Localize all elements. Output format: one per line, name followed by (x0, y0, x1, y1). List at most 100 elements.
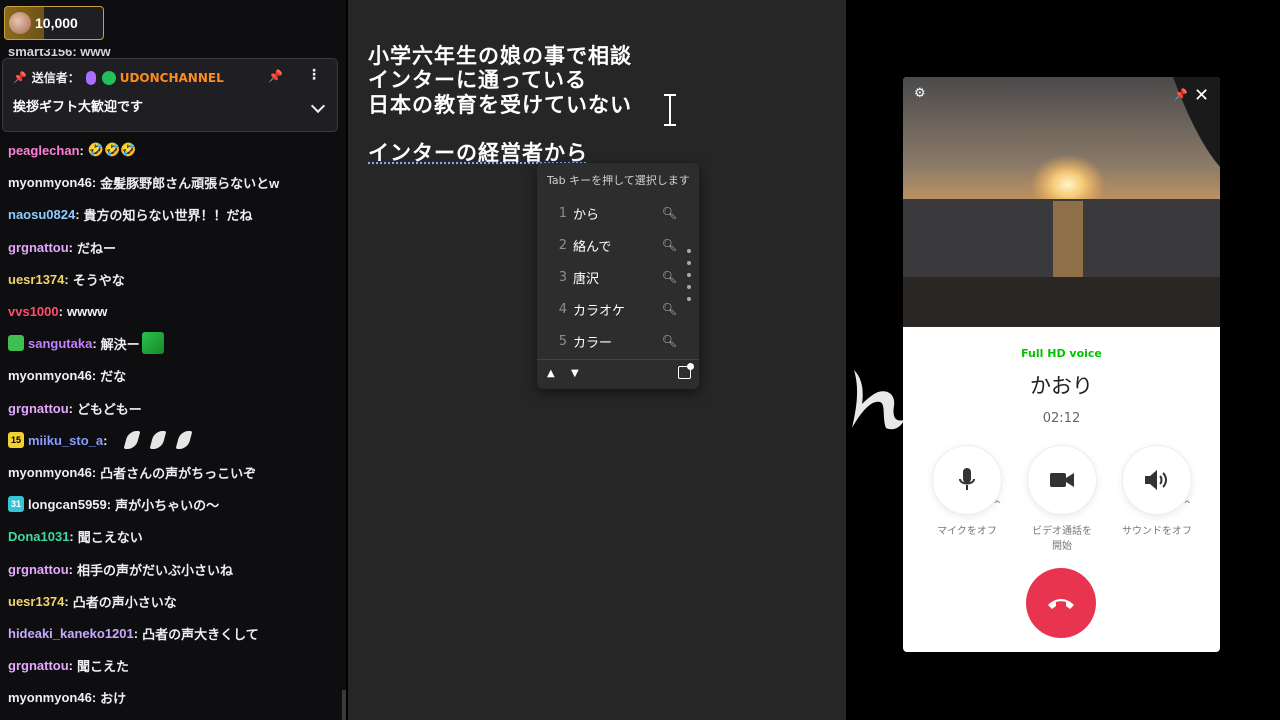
channel-points[interactable]: 10,000 (4, 6, 104, 40)
chat-separator: : (91, 367, 97, 383)
gear-icon[interactable]: ⚙ (914, 86, 926, 101)
close-icon[interactable]: ✕ (1194, 85, 1209, 106)
voice-call-window: ⚙ 📌 ✕ Full HD voice かおり 02:12 ^ マイクをオフ ビ… (903, 77, 1220, 652)
chat-message: grgnattou: どもどもー (8, 397, 142, 419)
chat-username[interactable]: grgnattou (8, 562, 69, 577)
chat-message: myonmyon46: だな (8, 364, 126, 386)
unpin-icon[interactable]: 📌 (268, 69, 283, 83)
chat-text: 凸者の声小さいな (72, 594, 177, 610)
decorative-swash (852, 370, 904, 430)
call-timer: 02:12 (1042, 411, 1081, 426)
chat-username[interactable]: uesr1374 (8, 594, 64, 609)
chat-username[interactable]: grgnattou (8, 401, 69, 416)
candidate-number: 4 (558, 301, 567, 317)
pinned-header: 📌 送信者： UDONCHANNEL (13, 69, 224, 86)
chat-message: peaglechan: 🤣🤣🤣 (8, 139, 136, 161)
chat-username[interactable]: miiku_sto_a (28, 433, 103, 448)
chat-separator: : (58, 303, 63, 319)
chat-message: Dona1031: 聞こえない (8, 525, 143, 547)
chat-username[interactable]: peaglechan (8, 143, 80, 158)
candidate-word: カラー (573, 335, 613, 351)
start-video-button[interactable] (1027, 445, 1097, 515)
video-label-line: ビデオ通話を (1032, 526, 1092, 537)
page-down-icon[interactable]: ▼ (571, 368, 579, 379)
search-icon[interactable]: 🔍︎ (662, 334, 677, 348)
chat-message: grgnattou: だねー (8, 236, 116, 258)
chat-username[interactable]: Dona1031 (8, 529, 69, 544)
chat-message: myonmyon46: 金髪豚野郎さん頑張らないとw (8, 171, 279, 193)
chat-text: 🤣🤣🤣 (87, 142, 137, 157)
candidate-word: カラオケ (573, 303, 626, 319)
speaker-icon (1145, 470, 1167, 490)
ime-candidate[interactable]: 3 唐沢 🔍︎ (537, 261, 677, 293)
ime-candidate[interactable]: 4 カラオケ 🔍︎ (537, 293, 677, 325)
chevron-up-icon[interactable]: ^ (993, 500, 1001, 510)
chat-message: 15 miiku_sto_a: (8, 429, 192, 451)
chat-text: 金髪豚野郎さん頑張らないとw (100, 175, 280, 191)
ime-candidate-window: Tab キーを押して選択します 1 から 🔍︎ 2 絡んで 🔍︎ 3 唐沢 🔍︎… (537, 163, 699, 389)
chevron-up-icon[interactable]: ^ (1183, 500, 1191, 510)
pin-window-icon[interactable]: 📌 (1174, 88, 1188, 101)
chat-separator: : (91, 689, 97, 705)
mute-sound-control: ^ サウンドをオフ (1122, 445, 1192, 555)
chat-separator: : (103, 432, 108, 448)
verified-badge-icon (101, 70, 116, 85)
emote-icon (141, 332, 164, 354)
chat-username[interactable]: longcan5959 (28, 497, 107, 512)
chat-separator: : (92, 335, 97, 351)
chat-separator: : (106, 496, 112, 512)
chat-line-partial: smart3156: www (8, 44, 111, 59)
pinned-message: 📌 送信者： UDONCHANNEL 📌 ⋮ 挨拶ギフト大歓迎です (2, 58, 338, 132)
mute-mic-button[interactable]: ^ (932, 445, 1002, 515)
pinned-text: 挨拶ギフト大歓迎です (13, 100, 144, 115)
search-icon[interactable]: 🔍︎ (662, 238, 677, 252)
video-label-line: 開始 (1052, 541, 1072, 552)
ime-candidate[interactable]: 1 から 🔍︎ (537, 197, 677, 229)
chat-text: 凸者の声大きくして (142, 626, 259, 642)
mute-mic-control: ^ マイクをオフ (932, 445, 1002, 555)
more-candidates-icon[interactable] (687, 249, 691, 309)
pinned-channel-name[interactable]: UDONCHANNEL (120, 71, 224, 85)
points-value: 10,000 (35, 15, 78, 31)
chat-username[interactable]: myonmyon46 (8, 368, 92, 383)
chat-username[interactable]: grgnattou (8, 240, 69, 255)
search-icon[interactable]: 🔍︎ (662, 206, 677, 220)
text-cursor-icon (664, 94, 676, 126)
mute-sound-button[interactable]: ^ (1122, 445, 1192, 515)
chat-username[interactable]: hideaki_kaneko1201 (8, 626, 134, 641)
chat-username[interactable]: myonmyon46 (8, 465, 92, 480)
chat-message: 31 longcan5959: 声が小ちゃいの〜 (8, 493, 219, 515)
chat-message: hideaki_kaneko1201: 凸者の声大きくして (8, 622, 259, 644)
chat-username[interactable]: grgnattou (8, 658, 69, 673)
emote-icon (149, 431, 166, 449)
chat-username[interactable]: naosu0824 (8, 207, 75, 222)
ime-candidate[interactable]: 5 カラー 🔍︎ (537, 325, 677, 357)
candidate-number: 5 (558, 333, 567, 349)
chat-message: sangutaka: 解決ー (8, 332, 164, 354)
candidate-number: 3 (558, 269, 567, 285)
search-icon[interactable]: 🔍︎ (662, 270, 677, 284)
search-icon[interactable]: 🔍︎ (662, 302, 677, 316)
chat-username[interactable]: sangutaka (28, 336, 92, 351)
chat-separator: : (69, 528, 74, 544)
chat-scrollbar[interactable] (342, 690, 346, 720)
favorite-icon[interactable] (678, 363, 694, 379)
chat-username[interactable]: myonmyon46 (8, 690, 92, 705)
chat-username[interactable]: vvs1000 (8, 304, 59, 319)
hang-up-button[interactable] (1026, 568, 1096, 638)
mute-sound-label: サウンドをオフ (1122, 526, 1192, 537)
chat-separator: : (64, 271, 69, 287)
ime-candidate[interactable]: 2 絡んで 🔍︎ (537, 229, 677, 261)
chat-username[interactable]: uesr1374 (8, 272, 64, 287)
chat-separator: : (68, 239, 73, 255)
more-options-icon[interactable]: ⋮ (307, 67, 321, 83)
microphone-icon (959, 468, 975, 490)
chat-username[interactable]: myonmyon46 (8, 175, 92, 190)
chat-text: 相手の声がだいぶ小さいね (77, 562, 234, 578)
page-up-icon[interactable]: ▲ (547, 368, 555, 379)
video-label: ビデオ通話を 開始 (1027, 524, 1097, 554)
chat-text: そうやな (72, 272, 125, 288)
chevron-down-icon[interactable] (310, 98, 326, 114)
chat-separator: : (64, 593, 69, 609)
editor-line: 日本の教育を受けていない (368, 93, 632, 117)
